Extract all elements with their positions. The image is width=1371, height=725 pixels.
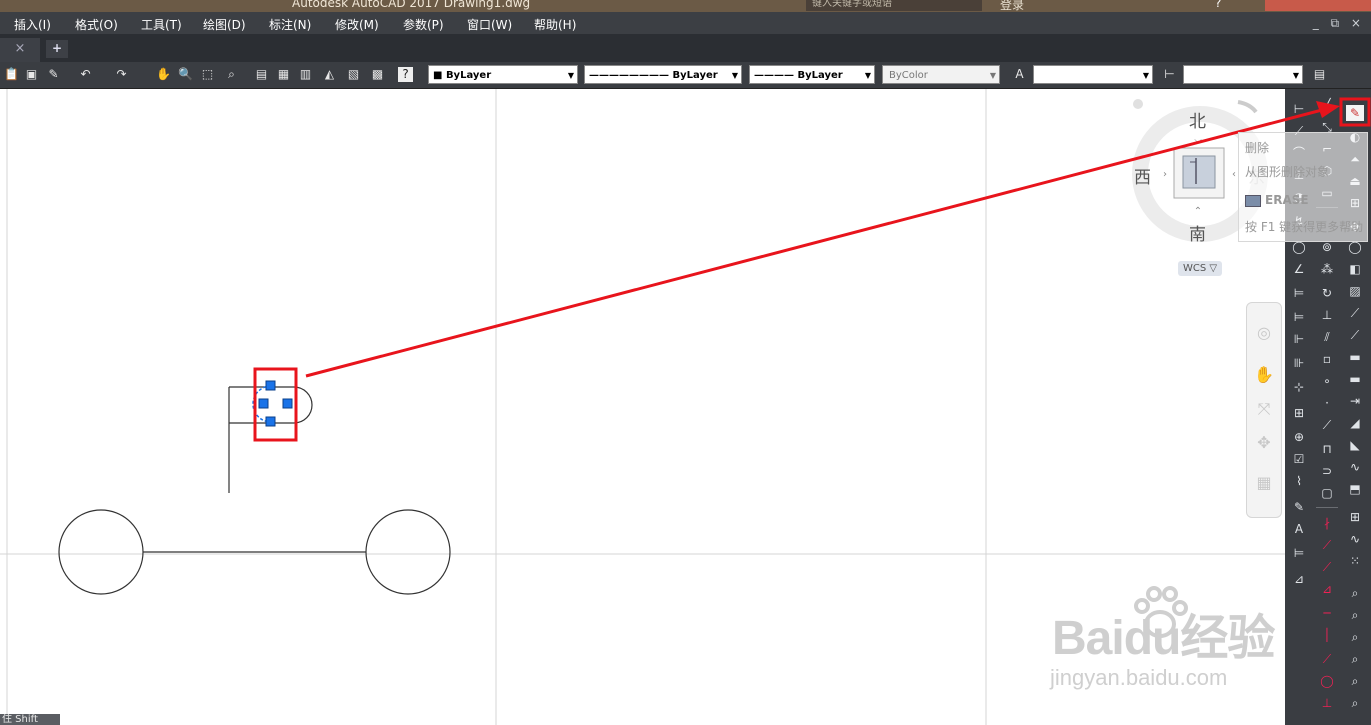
tooltip-command-text: ERASE: [1265, 193, 1309, 207]
annotation-arrow-head: [1316, 101, 1340, 118]
annotation-arrow-line: [305, 108, 1323, 378]
command-icon: [1245, 194, 1261, 207]
highlight-box-erase: [1339, 97, 1371, 127]
watermark-url: jingyan.baidu.com: [1050, 665, 1228, 690]
tooltip-description: 从图形删除对象: [1245, 165, 1330, 179]
erase-tooltip: 删除 从图形删除对象 ERASE 按 F1 键获得更多帮助: [1238, 132, 1368, 242]
tooltip-title: 删除: [1245, 141, 1270, 155]
command-line[interactable]: 住 Shift: [0, 714, 60, 725]
tooltip-help-hint: 按 F1 键获得更多帮助: [1245, 220, 1364, 234]
tooltip-command: ERASE: [1245, 193, 1309, 207]
watermark-brand: Baidu经验: [1052, 612, 1275, 665]
